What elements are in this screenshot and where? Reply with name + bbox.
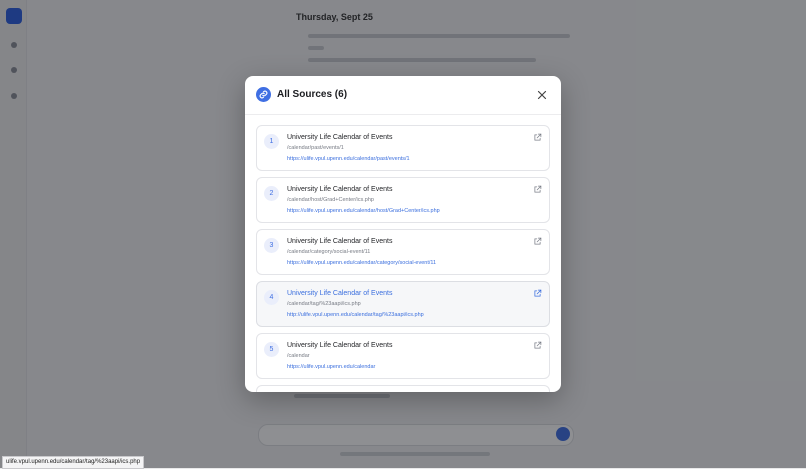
source-number: 2 [264,186,279,201]
source-number: 5 [264,342,279,357]
source-card-partial[interactable] [256,385,550,392]
external-link-icon[interactable] [533,133,542,142]
all-sources-modal: All Sources (6) 1 University Life Calend… [245,76,561,392]
sources-list: 1 University Life Calendar of Events /ca… [256,125,550,392]
source-url[interactable]: https://ulife.vpul.upenn.edu/calendar/ca… [287,260,436,266]
source-title[interactable]: University Life Calendar of Events [287,342,392,349]
source-card[interactable]: 2 University Life Calendar of Events /ca… [256,177,550,223]
source-title[interactable]: University Life Calendar of Events [287,186,392,193]
source-card[interactable]: 1 University Life Calendar of Events /ca… [256,125,550,171]
source-path: /calendar [287,353,310,359]
source-card[interactable]: 5 University Life Calendar of Events /ca… [256,333,550,379]
external-link-icon[interactable] [533,289,542,298]
modal-header: All Sources (6) [245,76,561,115]
source-url[interactable]: http://ulife.vpul.upenn.edu/calendar/tag… [287,312,424,318]
source-path: /calendar/host/Grad+Center/ics.php [287,197,374,203]
source-url[interactable]: https://ulife.vpul.upenn.edu/calendar/ho… [287,208,440,214]
source-path: /calendar/tag/%23aapi/ics.php [287,301,361,307]
source-path: /calendar/past/events/1 [287,145,344,151]
link-preview-status: ulife.vpul.upenn.edu/calendar/tag/%23aap… [2,456,145,469]
close-icon [537,90,547,100]
external-link-icon[interactable] [533,341,542,350]
modal-title: All Sources (6) [277,89,348,100]
external-link-icon[interactable] [533,237,542,246]
source-url[interactable]: https://ulife.vpul.upenn.edu/calendar/pa… [287,156,410,162]
source-number: 1 [264,134,279,149]
external-link-icon[interactable] [533,185,542,194]
close-button[interactable] [535,88,549,102]
source-number: 3 [264,238,279,253]
link-icon [256,87,271,102]
source-url[interactable]: https://ulife.vpul.upenn.edu/calendar [287,364,375,370]
source-card[interactable]: 3 University Life Calendar of Events /ca… [256,229,550,275]
source-title[interactable]: University Life Calendar of Events [287,134,392,141]
source-card-hovered[interactable]: 4 University Life Calendar of Events /ca… [256,281,550,327]
source-title[interactable]: University Life Calendar of Events [287,238,392,245]
source-number: 4 [264,290,279,305]
source-title[interactable]: University Life Calendar of Events [287,290,392,297]
source-path: /calendar/category/social-event/11 [287,249,371,255]
